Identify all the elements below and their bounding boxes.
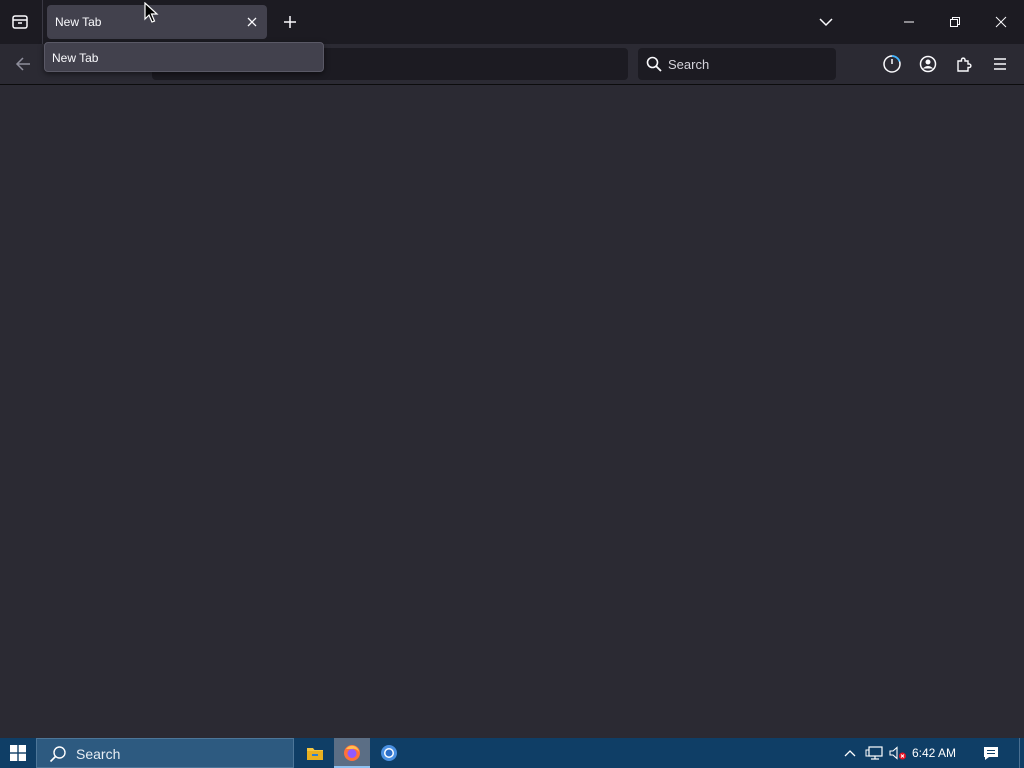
minimize-icon	[904, 21, 914, 23]
firefox-icon	[344, 745, 360, 761]
notification-icon	[984, 746, 998, 760]
minimize-button[interactable]	[886, 0, 932, 44]
tooltip-text: New Tab	[52, 51, 99, 65]
tab-tooltip: New Tab	[44, 42, 324, 72]
search-icon	[49, 746, 66, 763]
restore-icon	[950, 17, 960, 27]
list-all-tabs-button[interactable]	[812, 8, 840, 36]
show-hidden-icons-button[interactable]	[842, 738, 858, 768]
taskbar-firefox[interactable]	[334, 738, 370, 768]
close-window-button[interactable]	[978, 0, 1024, 44]
app-menu-button[interactable]	[985, 49, 1015, 79]
firefox-view-icon	[12, 15, 28, 29]
tab-close-button[interactable]	[243, 13, 261, 31]
chevron-up-icon	[844, 750, 856, 757]
taskbar: Search 6:42 AM	[0, 738, 1024, 768]
extensions-button[interactable]	[949, 49, 979, 79]
start-button[interactable]	[0, 738, 36, 768]
action-center-button[interactable]	[974, 738, 1008, 768]
account-button[interactable]	[913, 49, 943, 79]
puzzle-icon	[957, 57, 972, 72]
account-icon	[919, 55, 937, 73]
tab-separator	[42, 0, 43, 44]
new-tab-button[interactable]	[277, 8, 303, 36]
taskbar-search[interactable]: Search	[36, 738, 294, 768]
volume-muted-icon	[889, 746, 906, 760]
file-explorer-icon	[307, 748, 323, 760]
sync-button[interactable]	[877, 49, 907, 79]
plus-icon	[284, 16, 296, 28]
taskbar-file-explorer[interactable]	[297, 738, 333, 768]
restore-button[interactable]	[932, 0, 978, 44]
page-content	[0, 85, 1024, 738]
chevron-down-icon	[819, 18, 833, 27]
chrome-icon	[381, 745, 397, 761]
close-icon	[247, 17, 257, 27]
network-icon	[865, 746, 883, 760]
search-bar[interactable]	[638, 48, 836, 80]
taskbar-search-placeholder: Search	[76, 746, 121, 762]
volume-tray-button[interactable]	[888, 738, 908, 768]
show-desktop-button[interactable]	[1019, 738, 1024, 768]
mouse-cursor-icon	[144, 2, 159, 23]
taskbar-chrome[interactable]	[371, 738, 407, 768]
windows-logo-icon	[10, 745, 26, 761]
back-button[interactable]	[8, 49, 38, 79]
sync-progress-icon	[883, 55, 901, 73]
close-icon	[995, 16, 1007, 28]
tab-title: New Tab	[55, 15, 102, 29]
search-icon	[646, 56, 662, 72]
search-input[interactable]	[668, 48, 828, 80]
arrow-left-icon	[15, 57, 30, 71]
taskbar-clock[interactable]: 6:42 AM	[912, 746, 956, 760]
hamburger-icon	[994, 58, 1006, 70]
firefox-view-button[interactable]	[4, 6, 36, 38]
network-tray-button[interactable]	[864, 738, 884, 768]
